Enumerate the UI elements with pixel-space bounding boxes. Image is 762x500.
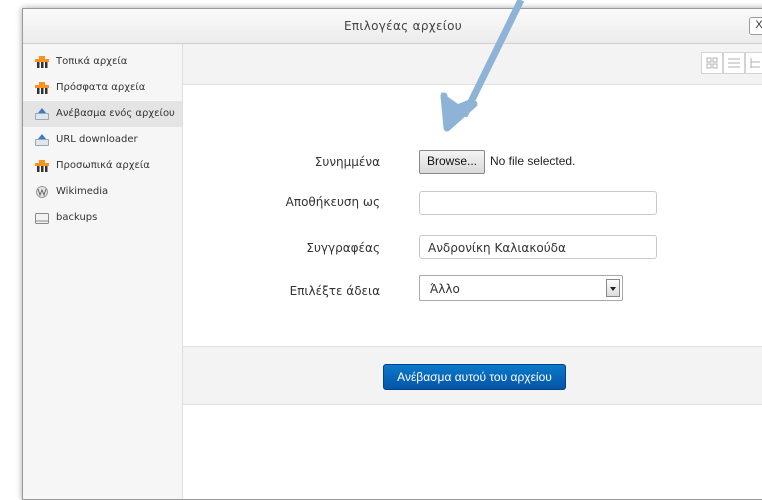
annotation-arrow-icon	[440, 0, 525, 132]
